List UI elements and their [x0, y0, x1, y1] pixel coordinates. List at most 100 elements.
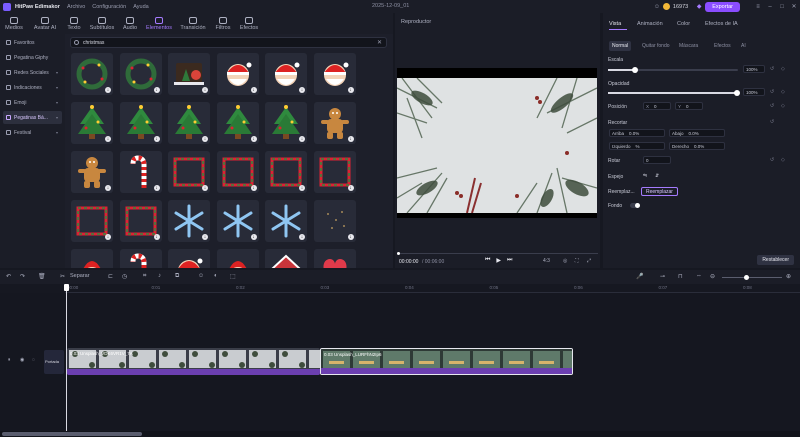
element-tile[interactable]: ↓	[216, 102, 259, 144]
reset-button[interactable]: Restablecer	[757, 255, 794, 265]
flip-horizontal-icon[interactable]: ⇋	[643, 173, 647, 179]
element-tile[interactable]: ↓	[265, 151, 307, 193]
element-tile[interactable]: ↓	[71, 200, 113, 242]
flip-vertical-icon[interactable]: ⇵	[655, 173, 659, 179]
reset-icon[interactable]: ↺	[770, 89, 774, 95]
sidebar-item-redes[interactable]: Redes Sociales ▾	[3, 66, 62, 79]
download-icon[interactable]: ↓	[202, 185, 208, 191]
track-lock-icon[interactable]: ⏸	[8, 357, 11, 363]
menu-configuracion[interactable]: Configuración	[92, 4, 126, 10]
link-icon[interactable]: ⊸	[660, 273, 665, 280]
video-clip-1[interactable]: 0.03 Unsplash_VDK6VR1V_7A	[67, 348, 320, 375]
fullscreen-icon[interactable]: ⤢	[587, 258, 591, 264]
opacidad-handle[interactable]	[734, 90, 740, 96]
snapshot-icon[interactable]: ◎	[563, 258, 567, 264]
undo-icon[interactable]: ↶	[6, 273, 11, 280]
clear-icon[interactable]: ✕	[377, 39, 382, 46]
element-tile[interactable]: ↓	[216, 151, 259, 193]
element-tile[interactable]: ↓	[265, 102, 307, 144]
element-tile[interactable]: ↓	[71, 102, 113, 144]
tab-elementos[interactable]: Elementos	[142, 13, 176, 34]
download-icon[interactable]: ↓	[153, 87, 160, 93]
tab-color[interactable]: Color	[677, 21, 690, 27]
rotate-input[interactable]: 0	[643, 156, 671, 164]
download-icon[interactable]: ↓	[299, 185, 305, 191]
tab-avatar-ai[interactable]: Avatar AI	[28, 13, 62, 34]
pos-x-input[interactable]: X0	[643, 102, 671, 110]
cover-button[interactable]: Portada	[44, 350, 64, 374]
minimize-icon[interactable]: –	[764, 4, 776, 10]
tab-transicion[interactable]: Transición	[176, 13, 210, 34]
video-clip-2[interactable]: 0.03 Unsplash_LURFhN2Ip6	[320, 348, 573, 375]
search-input[interactable]: christmas ✕	[70, 37, 387, 48]
user-icon[interactable]: ☺	[651, 4, 663, 10]
pos-y-input[interactable]: Y0	[675, 102, 703, 110]
tab-efectos-ia[interactable]: Efectos de IA	[705, 21, 738, 27]
element-tile[interactable]: ↓	[313, 53, 356, 95]
tab-filtros[interactable]: Filtros	[210, 13, 236, 34]
menu-icon[interactable]: ≡	[752, 4, 764, 10]
scrollbar-thumb[interactable]	[2, 432, 142, 436]
element-tile[interactable]: ↓	[265, 249, 307, 268]
element-tile[interactable]: ↓	[119, 151, 162, 193]
sidebar-item-emoji[interactable]: Emoji ▾	[3, 96, 62, 109]
download-icon[interactable]: ↓	[250, 87, 257, 93]
subtab-efectos[interactable]: Efectos	[711, 41, 734, 51]
maximize-icon[interactable]: □	[776, 4, 788, 10]
delete-icon[interactable]: 🗑	[38, 273, 46, 280]
crop-icon[interactable]: ⌗	[143, 273, 146, 280]
element-tile[interactable]: ↓	[168, 249, 210, 268]
menu-archivo[interactable]: Archivo	[67, 4, 85, 10]
tab-vista[interactable]: Vista	[609, 21, 621, 27]
sidebar-item-favoritos[interactable]: Favoritos	[3, 36, 62, 49]
tab-texto[interactable]: Texto	[62, 13, 86, 34]
color-icon[interactable]: ◐	[214, 273, 218, 279]
zoom-in-icon[interactable]: ⊕	[786, 273, 791, 280]
zoom-out-icon[interactable]: ⊖	[710, 273, 715, 280]
keyframe-icon[interactable]: ◇	[781, 89, 785, 95]
track-visibility-icon[interactable]: ◉	[20, 357, 24, 363]
playhead[interactable]	[64, 284, 69, 434]
video-preview[interactable]	[397, 68, 597, 218]
download-icon[interactable]: ↓	[105, 234, 111, 240]
play-icon[interactable]: ▶	[496, 257, 501, 264]
trim-icon[interactable]: ⊏	[108, 273, 113, 280]
audio-detach-icon[interactable]: ♪	[158, 273, 161, 279]
download-icon[interactable]: ↓	[299, 87, 305, 93]
download-icon[interactable]: ↓	[202, 136, 208, 142]
download-icon[interactable]: ↓	[105, 87, 111, 93]
element-tile[interactable]: ↓	[216, 53, 259, 95]
sidebar-item-festival[interactable]: Festival ▾	[3, 126, 62, 139]
download-icon[interactable]: ↓	[347, 234, 354, 240]
playhead-handle[interactable]	[64, 284, 69, 291]
export-frame-icon[interactable]: ⬚	[230, 273, 236, 280]
tab-medios[interactable]: Medios	[0, 13, 28, 34]
sidebar-item-indicaciones[interactable]: Indicaciones ▾	[3, 81, 62, 94]
element-tile[interactable]: ↓	[168, 53, 210, 95]
download-icon[interactable]: ↓	[153, 234, 160, 240]
element-tile[interactable]: ↓	[265, 200, 307, 242]
download-icon[interactable]: ↓	[202, 87, 208, 93]
sidebar-item-giphy[interactable]: Pegatina Giphy	[3, 51, 62, 64]
next-frame-icon[interactable]: ⏭	[507, 257, 512, 264]
zoom-handle[interactable]	[744, 275, 749, 280]
tab-animacion[interactable]: Animación	[637, 21, 663, 27]
download-icon[interactable]: ↓	[299, 234, 305, 240]
download-icon[interactable]: ↓	[153, 136, 160, 142]
element-tile[interactable]: ↓	[119, 200, 162, 242]
crop-left-input[interactable]: Izquierdo%	[609, 142, 665, 150]
element-tile[interactable]: ↓	[313, 249, 356, 268]
keyframe-icon[interactable]: ◇	[781, 66, 785, 72]
crop-right-input[interactable]: Derecho 0.0%	[669, 142, 725, 150]
timeline-ruler[interactable]: 00:00 0:01 0:02 0:03 0:04 0:05 0:06 0:07 0:08	[65, 284, 800, 293]
tab-subtitulos[interactable]: Subtítulos	[86, 13, 118, 34]
download-icon[interactable]: ↓	[153, 185, 160, 191]
download-icon[interactable]: ↓	[250, 234, 257, 240]
redo-icon[interactable]: ↷	[20, 273, 25, 280]
reset-icon[interactable]: ↺	[770, 66, 774, 72]
element-tile[interactable]: ↓	[265, 53, 307, 95]
freeze-icon[interactable]: ⧉	[175, 273, 179, 280]
escala-handle[interactable]	[632, 67, 638, 73]
reset-icon[interactable]: ↺	[770, 119, 774, 125]
download-icon[interactable]: ↓	[250, 185, 257, 191]
